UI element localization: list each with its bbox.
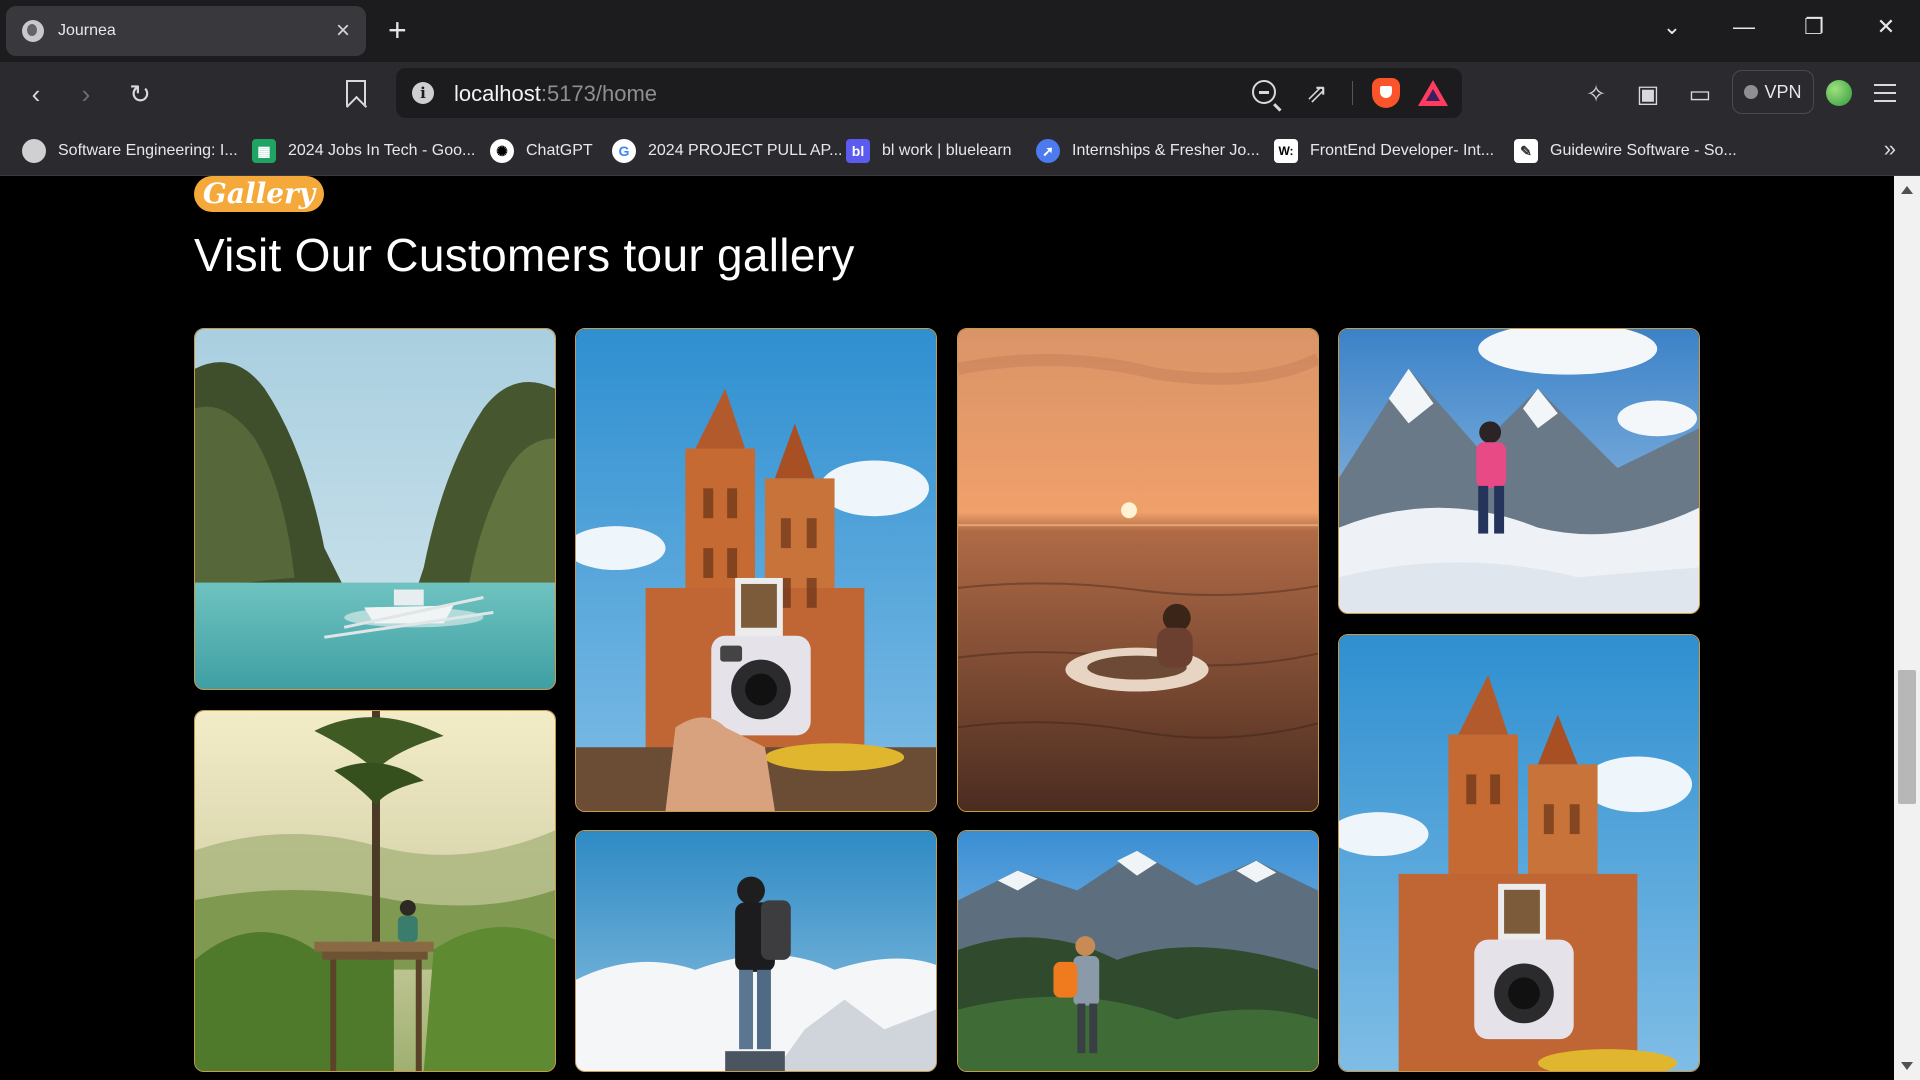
sidebar-icon[interactable]: ▣ (1632, 80, 1664, 109)
new-tab-button[interactable]: + (388, 12, 407, 48)
bookmark-item[interactable]: ✺ ChatGPT (490, 136, 593, 166)
share-icon[interactable]: ⇗ (1306, 78, 1328, 109)
cathedral-camera-image[interactable] (575, 328, 937, 812)
tab-title: Journea (58, 22, 116, 39)
forward-button[interactable]: › (68, 76, 104, 112)
google-icon: G (612, 139, 636, 163)
bookmark-label: bl work | bluelearn (882, 142, 1012, 159)
menu-icon[interactable] (1874, 84, 1896, 102)
sunset-sea-image[interactable] (957, 328, 1319, 812)
url-text[interactable]: localhost:5173/home (454, 81, 657, 107)
page-title: Visit Our Customers tour gallery (194, 229, 855, 281)
rocket-icon: ➚ (1036, 139, 1060, 163)
bookmark-label: 2024 PROJECT PULL AP... (648, 142, 843, 159)
bookmarks-bar: Software Engineering: I... ▦ 2024 Jobs I… (0, 126, 1920, 176)
restore-button[interactable]: ❐ (1794, 14, 1834, 40)
scroll-up-icon[interactable] (1901, 186, 1913, 194)
bluelearn-icon: bl (846, 139, 870, 163)
site-info-icon[interactable]: i (412, 82, 434, 104)
minimize-button[interactable]: — (1724, 14, 1764, 40)
vpn-button[interactable]: VPN (1732, 70, 1814, 114)
brave-rewards-icon[interactable] (1418, 80, 1448, 106)
vpn-status-icon (1744, 85, 1759, 99)
bookmark-item[interactable]: W: FrontEnd Developer- Int... (1274, 136, 1494, 166)
close-window-button[interactable]: ✕ (1866, 14, 1906, 40)
bookmark-label: ChatGPT (526, 142, 593, 159)
globe-icon (22, 139, 46, 163)
bookmark-label: Guidewire Software - So... (1550, 142, 1737, 159)
bookmark-item[interactable]: ✎ Guidewire Software - So... (1514, 136, 1737, 166)
scrollbar-thumb[interactable] (1898, 670, 1916, 804)
vpn-label: VPN (1764, 81, 1802, 102)
hiker-mountains-image[interactable] (957, 830, 1319, 1072)
pen-icon: ✎ (1514, 139, 1538, 163)
bookmark-item[interactable]: Software Engineering: I... (22, 136, 238, 166)
tab-strip: Journea × + ⌄ — ❐ ✕ (0, 0, 1920, 62)
back-button[interactable]: ‹ (18, 76, 54, 112)
browser-toolbar: ‹ › ↻ i localhost:5173/home ⇗ ✧ ▣ ▭ VPN (0, 62, 1920, 126)
bookmark-icon[interactable] (346, 80, 366, 106)
globe-icon (22, 20, 44, 42)
page-scrollbar[interactable] (1894, 176, 1920, 1080)
cathedral-camera-image-2[interactable] (1338, 634, 1700, 1072)
lagoon-boat-image[interactable] (194, 328, 556, 690)
profile-avatar[interactable] (1826, 80, 1852, 106)
gallery-badge: Gallery (194, 176, 324, 212)
bookmark-label: FrontEnd Developer- Int... (1310, 142, 1495, 159)
bookmark-label: Software Engineering: I... (58, 142, 238, 159)
snow-climber-image[interactable] (1338, 328, 1700, 614)
wallet-icon[interactable]: ▭ (1684, 80, 1716, 109)
tab-journea[interactable]: Journea × (6, 6, 366, 56)
w-icon: W: (1274, 139, 1298, 163)
bookmark-item[interactable]: ➚ Internships & Fresher Jo... (1036, 136, 1260, 166)
bookmark-label: 2024 Jobs In Tech - Goo... (288, 142, 476, 159)
sheets-icon: ▦ (252, 139, 276, 163)
tree-platform-image[interactable] (194, 710, 556, 1072)
tab-search-chevron-icon[interactable]: ⌄ (1652, 14, 1692, 40)
address-bar[interactable]: i localhost:5173/home ⇗ (396, 68, 1462, 118)
page-viewport: Gallery Visit Our Customers tour gallery (0, 176, 1894, 1080)
hiker-clouds-image[interactable] (575, 830, 937, 1072)
extensions-icon[interactable]: ✧ (1580, 80, 1612, 109)
reload-button[interactable]: ↻ (122, 76, 158, 112)
divider (1352, 81, 1353, 105)
bookmark-item[interactable]: bl bl work | bluelearn (846, 136, 1012, 166)
scroll-down-icon[interactable] (1901, 1062, 1913, 1070)
bookmark-item[interactable]: G 2024 PROJECT PULL AP... (612, 136, 842, 166)
chatgpt-icon: ✺ (490, 139, 514, 163)
brave-shields-icon[interactable] (1372, 78, 1400, 108)
close-tab-icon[interactable]: × (328, 19, 358, 43)
more-bookmarks-icon[interactable]: » (1884, 136, 1896, 162)
bookmark-item[interactable]: ▦ 2024 Jobs In Tech - Goo... (252, 136, 475, 166)
bookmark-label: Internships & Fresher Jo... (1072, 142, 1260, 159)
zoom-icon[interactable] (1252, 80, 1276, 104)
